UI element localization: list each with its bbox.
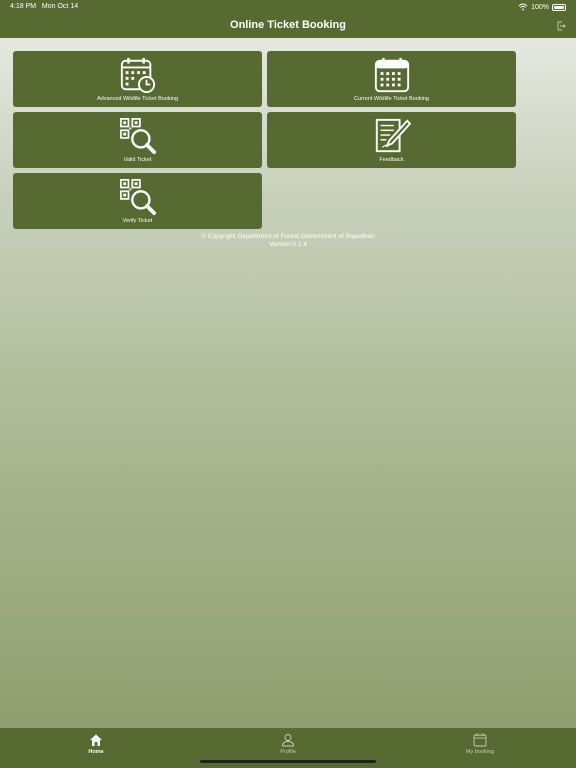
status-bar: 4:18 PM Mon Oct 14 100%: [0, 0, 576, 14]
logout-icon[interactable]: [556, 21, 566, 31]
qr-search-icon: [119, 118, 156, 155]
qr-search-icon: [119, 179, 156, 216]
tab-label: Profile: [280, 749, 296, 755]
app-header: 4:18 PM Mon Oct 14 100% Online Ticket Bo…: [0, 0, 576, 38]
tile-label: Advanced Wildlife Ticket Booking: [96, 96, 178, 102]
tile-label: Valid Ticket: [123, 157, 152, 163]
battery-percent: 100%: [531, 3, 549, 11]
tile-label: Current Wildlife Ticket Booking: [354, 96, 429, 102]
status-time: 4:18 PM Mon Oct 14: [10, 3, 79, 10]
tab-home[interactable]: Home: [0, 728, 192, 768]
tile-label: Verify Ticket: [122, 218, 153, 224]
home-indicator: [200, 760, 376, 763]
tab-label: Home: [88, 749, 104, 755]
person-icon: [282, 734, 294, 747]
battery-icon: [552, 3, 566, 11]
copyright-text: © Copyright Department of Forest,Governm…: [201, 233, 375, 240]
document-pencil-icon: [375, 118, 411, 153]
calendar-icon: [473, 733, 487, 747]
calendar-icon: [374, 57, 409, 93]
valid-ticket-tile[interactable]: Valid Ticket: [13, 112, 262, 168]
footer: © Copyright Department of Forest,Governm…: [0, 233, 576, 249]
home-icon: [90, 734, 102, 746]
verify-ticket-tile[interactable]: Verify Ticket: [13, 173, 262, 229]
feedback-tile[interactable]: Feedback: [267, 112, 516, 168]
wifi-icon: [518, 3, 528, 11]
advanced-booking-tile[interactable]: Advanced Wildlife Ticket Booking: [13, 51, 262, 107]
tab-my-booking[interactable]: My booking: [384, 728, 576, 768]
calendar-clock-icon: [120, 57, 155, 94]
tile-label: Feedback: [379, 157, 404, 163]
page-title: Online Ticket Booking: [230, 19, 346, 31]
current-booking-tile[interactable]: Current Wildlife Ticket Booking: [267, 51, 516, 107]
tab-label: My booking: [465, 749, 495, 755]
version-text: Version:0.1.4: [269, 241, 307, 248]
status-right: 100%: [518, 3, 566, 11]
